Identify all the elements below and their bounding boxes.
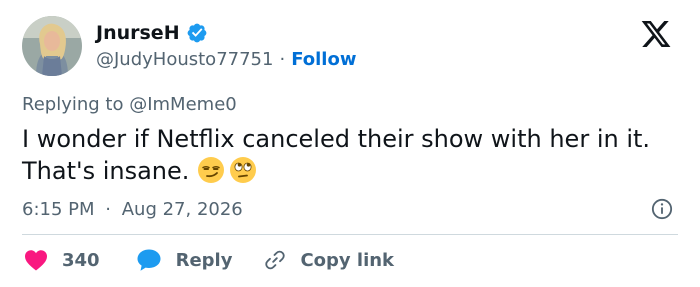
tweet-text-block: I wonder if Netflix canceled their show …: [22, 123, 682, 187]
tweet-date[interactable]: Aug 27, 2026: [122, 199, 243, 220]
avatar[interactable]: [22, 16, 82, 76]
reply-bubble-icon[interactable]: [136, 248, 162, 272]
verified-badge-icon: [187, 23, 206, 43]
copy-link-label[interactable]: Copy link: [300, 250, 394, 271]
info-icon[interactable]: [651, 198, 673, 220]
handle-separator: ·: [279, 49, 286, 70]
link-icon[interactable]: [264, 249, 286, 271]
heart-icon[interactable]: [24, 249, 48, 271]
user-handle[interactable]: @JudyHousto77751: [96, 48, 273, 72]
tweet-time[interactable]: 6:15 PM: [22, 199, 95, 220]
replying-to-prefix: Replying to: [22, 94, 124, 115]
like-button[interactable]: 340: [24, 249, 100, 271]
reply-label[interactable]: Reply: [176, 250, 233, 271]
smirking-face-icon: [198, 157, 225, 183]
copy-link-button[interactable]: Copy link: [264, 249, 394, 271]
rolling-eyes-face-icon: [230, 157, 257, 183]
like-count: 340: [62, 249, 100, 271]
replying-to-handle[interactable]: @ImMeme0: [129, 94, 237, 115]
tweet-timestamp[interactable]: 6:15 PM · Aug 27, 2026: [22, 198, 243, 222]
reply-button[interactable]: Reply: [136, 248, 233, 272]
action-bar: 340 Reply Copy link: [22, 246, 394, 274]
display-name[interactable]: JnurseH: [96, 21, 180, 45]
date-separator: ·: [105, 199, 111, 220]
tweet-text: I wonder if Netflix canceled their show …: [22, 125, 651, 185]
follow-button[interactable]: Follow: [291, 48, 356, 72]
divider: [22, 234, 678, 235]
replying-to: Replying to @ImMeme0: [22, 93, 237, 117]
x-logo-icon[interactable]: [638, 18, 674, 50]
